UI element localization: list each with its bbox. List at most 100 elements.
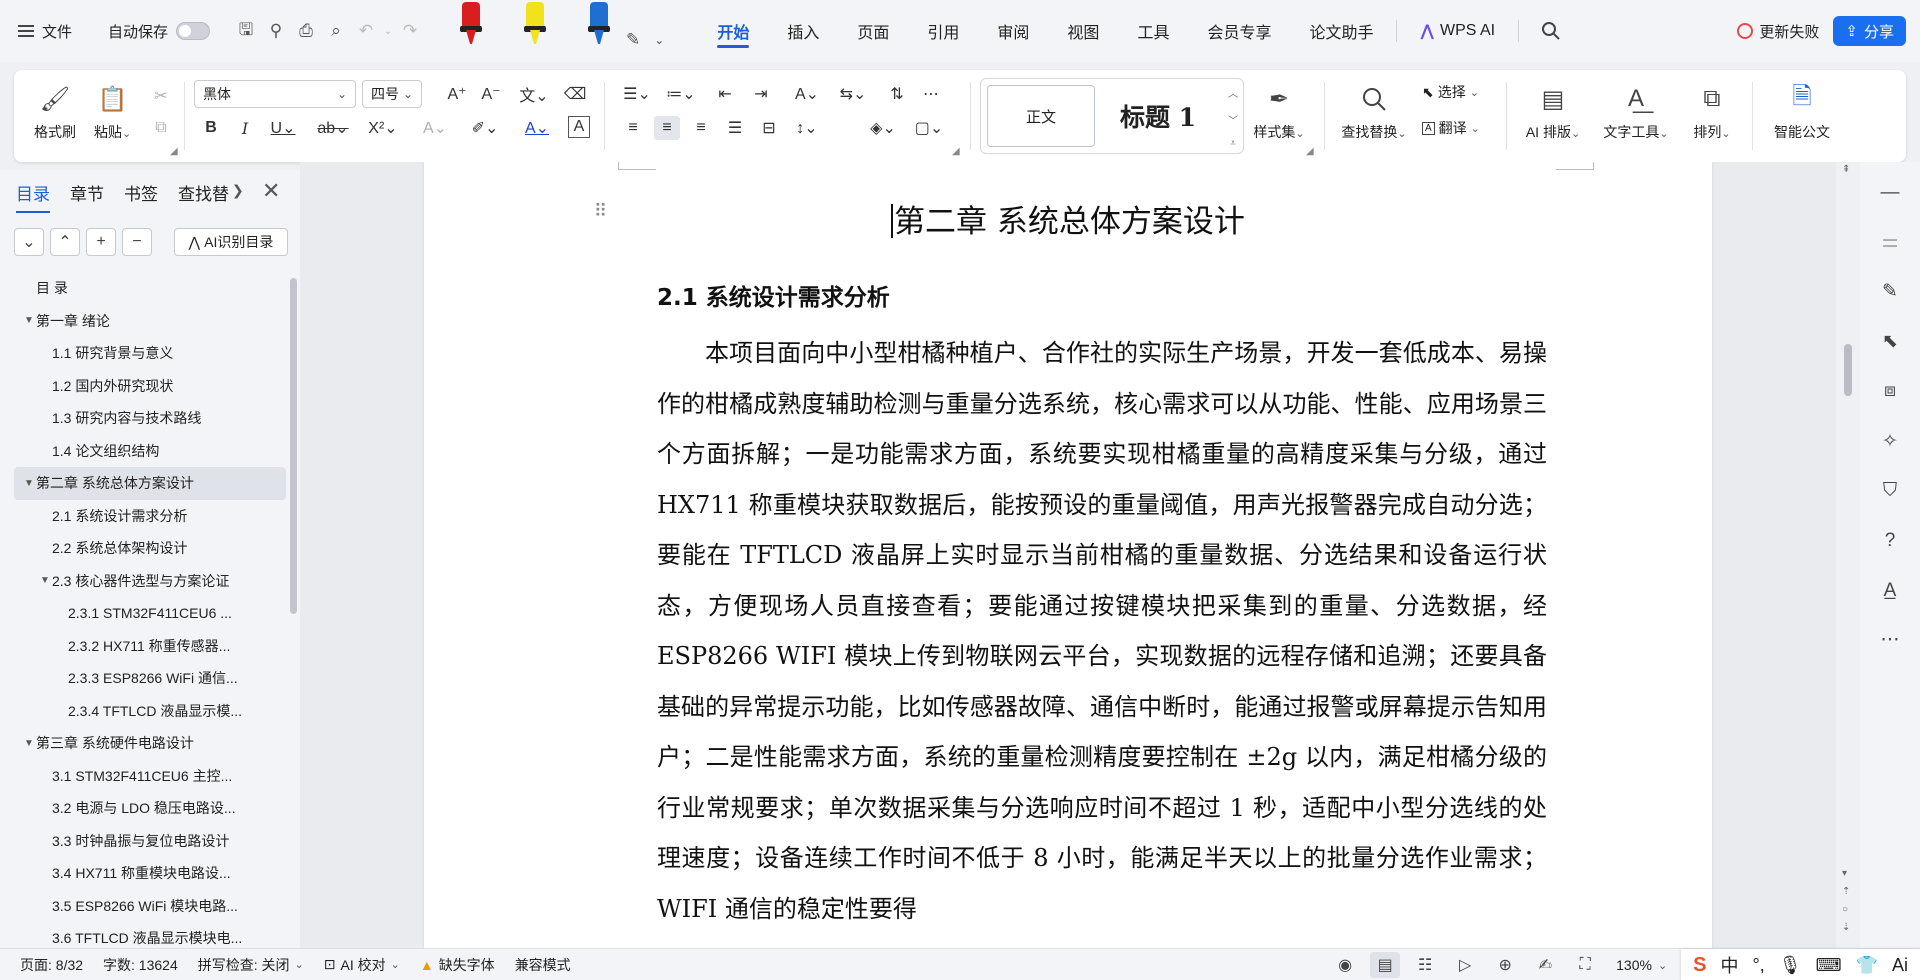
strikethrough-icon[interactable]: ab⌄ — [316, 116, 350, 140]
autosave-control[interactable]: 自动保存 — [108, 21, 211, 42]
print-preview-icon[interactable]: ⌕ — [322, 17, 350, 45]
line-spacing-icon[interactable]: ↕⌄ — [790, 116, 824, 140]
font-color-icon[interactable]: A⌄ — [520, 116, 554, 140]
skin-icon[interactable]: 👕 — [1856, 955, 1878, 976]
tab-view[interactable]: 视图 — [1048, 0, 1118, 62]
translate-rail-icon[interactable]: A̲ — [1875, 576, 1905, 606]
tab-insert[interactable]: 插入 — [768, 0, 838, 62]
file-menu-button[interactable]: 文件 — [18, 21, 72, 42]
toc-item[interactable]: 3.4 HX711 称重模块电路设... — [14, 857, 286, 890]
bold-icon[interactable]: B — [198, 116, 224, 140]
font-name-select[interactable]: 黑体 ⌄ — [194, 80, 356, 108]
paragraph-dialog-icon[interactable]: ◢ — [952, 146, 960, 157]
paste-button[interactable]: 📋 粘贴⌄ — [94, 70, 131, 142]
browse-object-icon[interactable]: ○ — [1842, 904, 1848, 915]
prev-page-icon[interactable]: ⇡ — [1842, 886, 1850, 897]
image-tool-icon[interactable]: ⧈ — [1875, 376, 1905, 406]
nav-tab-toc[interactable]: 目录 — [16, 180, 50, 213]
style-gallery-scroll[interactable]: ︿ ﹀ ⩡ — [1225, 85, 1241, 149]
align-left-icon[interactable]: ≡ — [620, 116, 646, 140]
document-page[interactable]: ⠿ 第二章 系统总体方案设计 2.1 系统设计需求分析 本项目面向中小型柑橘种植… — [424, 162, 1712, 948]
smart-formula-button[interactable]: 🗎 智能公文 — [1762, 70, 1842, 142]
write-mode-icon[interactable]: ✍ — [1530, 952, 1560, 978]
borders-icon[interactable]: ▢⌄ — [912, 116, 946, 140]
toc-item[interactable]: 2.2 系统总体架构设计 — [14, 532, 286, 565]
fit-page-icon[interactable]: ⛶ — [1570, 952, 1600, 978]
translate-button[interactable]: A 翻译 ⌄ — [1422, 118, 1480, 138]
ai-recognize-toc-button[interactable]: ⋀ AI识别目录 — [174, 228, 288, 256]
scroll-down-icon[interactable]: ▾ — [1842, 868, 1847, 879]
clear-format-icon[interactable]: ⌫ — [562, 82, 588, 106]
toc-item[interactable]: 目 录 — [14, 272, 286, 305]
toc-item[interactable]: 3.2 电源与 LDO 稳压电路设... — [14, 792, 286, 825]
expand-arrow-icon[interactable]: ▼ — [22, 478, 36, 489]
toc-item[interactable]: ▼ 第三章 系统硬件电路设计 — [14, 727, 286, 760]
find-replace-button[interactable]: 查找替换⌄ — [1336, 70, 1412, 142]
eye-icon[interactable]: ◉ — [1330, 952, 1360, 978]
tab-page[interactable]: 页面 — [838, 0, 908, 62]
tab-references[interactable]: 引用 — [908, 0, 978, 62]
sort-icon[interactable]: ⇅ — [884, 82, 910, 106]
add-heading-icon[interactable]: + — [86, 228, 116, 256]
minimize-pane-icon[interactable]: — — [1875, 178, 1905, 208]
toc-item[interactable]: 3.5 ESP8266 WiFi 模块电路... — [14, 890, 286, 923]
save-icon[interactable]: 🖫 — [232, 17, 260, 45]
document-body-text[interactable]: 本项目面向中小型柑橘种植户、合作社的实际生产场景，开发一套低成本、易操作的柑橘成… — [657, 328, 1547, 934]
help-icon[interactable]: ? — [1875, 526, 1905, 556]
expand-gallery-icon[interactable]: ⩡ — [1230, 138, 1236, 149]
document-heading[interactable]: 2.1 系统设计需求分析 — [657, 278, 890, 312]
ai-proofread-button[interactable]: ⊡ AI 校对 ⌄ — [324, 955, 400, 975]
close-icon[interactable]: ✕ — [262, 178, 280, 204]
style-normal[interactable]: 正文 — [987, 85, 1095, 147]
toc-item[interactable]: 1.1 研究背景与意义 — [14, 337, 286, 370]
chevron-right-icon[interactable]: ❯ — [232, 182, 244, 199]
format-painter-button[interactable]: 🖌 格式刷 — [34, 70, 76, 142]
style-heading-1[interactable]: 标题 1 — [1099, 85, 1217, 147]
ime-language[interactable]: 中 — [1721, 952, 1739, 978]
remove-heading-icon[interactable]: − — [122, 228, 152, 256]
increase-font-icon[interactable]: A⁺ — [444, 82, 470, 106]
select-button[interactable]: ⬉ 选择 ⌄ — [1422, 82, 1479, 102]
page-count[interactable]: 页面: 8/32 — [20, 955, 83, 975]
toc-item[interactable]: 2.1 系统设计需求分析 — [14, 500, 286, 533]
undo-icon[interactable]: ↶ — [352, 17, 380, 45]
underline-icon[interactable]: U⌄ — [266, 116, 300, 140]
zoom-control[interactable]: 130% ⌄ — [1616, 957, 1667, 973]
chevron-down-icon[interactable]: ﹀ — [1228, 112, 1238, 127]
toc-item[interactable]: 1.2 国内外研究现状 — [14, 370, 286, 403]
toc-item[interactable]: 2.3.3 ESP8266 WiFi 通信... — [14, 662, 286, 695]
arrange-button[interactable]: ⧉ 排列⌄ — [1686, 70, 1738, 142]
align-center-icon[interactable]: ≡ — [654, 116, 680, 140]
clipboard-dialog-icon[interactable]: ◢ — [170, 146, 178, 157]
italic-icon[interactable]: I — [232, 116, 258, 140]
toc-item[interactable]: 2.3.2 HX711 称重传感器... — [14, 630, 286, 663]
undo-dropdown-icon[interactable]: ⌄ — [382, 17, 394, 45]
superscript-icon[interactable]: X²⌄ — [366, 116, 400, 140]
decrease-indent-icon[interactable]: ⇤ — [712, 82, 738, 106]
tab-tools[interactable]: 工具 — [1118, 0, 1188, 62]
distribute-icon[interactable]: ⊟ — [756, 116, 782, 140]
tab-review[interactable]: 审阅 — [978, 0, 1048, 62]
tab-wps-ai[interactable]: ⋀ WPS AI — [1401, 0, 1514, 62]
share-button[interactable]: ⇪ 分享 — [1833, 16, 1906, 46]
sparkle-icon[interactable]: ✧ — [1875, 426, 1905, 456]
next-page-icon[interactable]: ⇣ — [1842, 922, 1850, 933]
red-pen-icon[interactable] — [452, 2, 488, 48]
cursor-select-icon[interactable]: ⬉ — [1875, 326, 1905, 356]
tab-thesis-assistant[interactable]: 论文助手 — [1290, 0, 1392, 62]
scroll-top-icon[interactable]: ⇞ — [1842, 164, 1850, 175]
justify-icon[interactable]: ☰ — [722, 116, 748, 140]
search-icon[interactable] — [1537, 17, 1565, 45]
nav-scrollbar[interactable] — [290, 278, 297, 614]
yellow-highlighter-icon[interactable] — [516, 2, 552, 48]
ai-assistant-icon[interactable]: Ai — [1892, 955, 1908, 976]
toc-item[interactable]: ▼ 第二章 系统总体方案设计 — [14, 467, 286, 500]
toc-item[interactable]: 2.3.1 STM32F411CEU6 ... — [14, 597, 286, 630]
highlight-color-icon[interactable]: ✐⌄ — [468, 116, 502, 140]
tab-home[interactable]: 开始 — [698, 0, 768, 62]
toc-item[interactable]: 3.1 STM32F411CEU6 主控... — [14, 760, 286, 793]
cut-icon[interactable]: ✂ — [148, 84, 174, 108]
document-canvas[interactable]: ⠿ 第二章 系统总体方案设计 2.1 系统设计需求分析 本项目面向中小型柑橘种植… — [300, 162, 1836, 948]
missing-font-button[interactable]: ▲ 缺失字体 — [420, 955, 495, 975]
nav-tab-chapters[interactable]: 章节 — [70, 180, 104, 211]
